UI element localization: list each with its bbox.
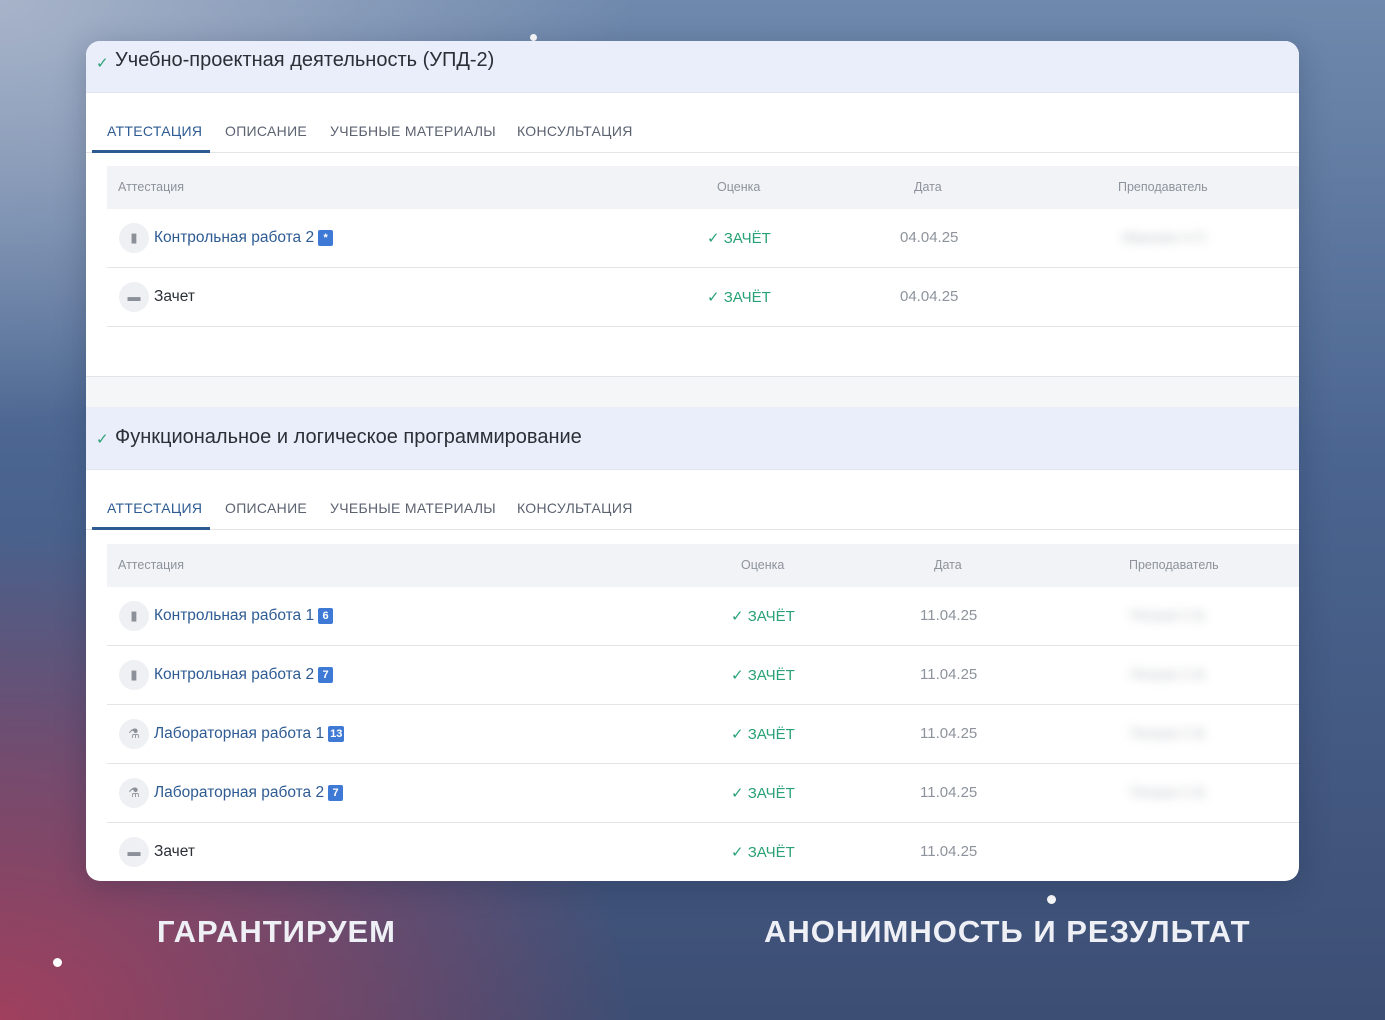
attestation-name[interactable]: Лабораторная работа 1 13 (154, 725, 345, 743)
column-grade: Оценка (741, 558, 785, 572)
column-grade: Оценка (717, 180, 761, 194)
tab-description[interactable]: ОПИСАНИЕ (225, 500, 307, 516)
caption-left: ГАРАНТИРУЕМ (157, 914, 397, 949)
decor-dot (530, 34, 537, 41)
tab-description[interactable]: ОПИСАНИЕ (225, 123, 307, 139)
column-attestation: Аттестация (118, 180, 185, 194)
count-badge: 7 (318, 667, 334, 683)
tab-materials[interactable]: УЧЕБНЫЕ МАТЕРИАЛЫ (330, 123, 496, 139)
section-header: ✓ Функциональное и логическое программир… (86, 407, 1299, 470)
grade-value: ✓ ЗАЧЁТ (731, 785, 795, 802)
table-row[interactable]: ▮ Контрольная работа 2 * ✓ ЗАЧЁТ 04.04.25… (107, 209, 1299, 268)
teacher-name-redacted: Петров С.В. (1130, 607, 1208, 623)
tab-materials[interactable]: УЧЕБНЫЕ МАТЕРИАЛЫ (330, 500, 496, 516)
date-value: 11.04.25 (920, 666, 978, 683)
section-divider (86, 376, 1299, 408)
document-icon: ▮ (119, 660, 149, 690)
attestation-name[interactable]: Контрольная работа 27 (154, 666, 334, 684)
caption-right: АНОНИМНОСТЬ И РЕЗУЛЬТАТ (764, 914, 1251, 949)
table-row[interactable]: ▬ Зачет ✓ ЗАЧЁТ 04.04.25 (107, 268, 1299, 327)
section-title: Учебно-проектная деятельность (УПД-2) (115, 49, 495, 71)
decor-dot (53, 958, 62, 967)
table-row[interactable]: ▮ Контрольная работа 16 ✓ ЗАЧЁТ 11.04.25… (107, 587, 1299, 646)
table-header: Аттестация Оценка Дата Преподаватель (107, 544, 1299, 587)
teacher-name-redacted: Петров С.В. (1130, 725, 1208, 741)
table-row[interactable]: ⚗ Лабораторная работа 1 13 ✓ ЗАЧЁТ 11.04.… (107, 705, 1299, 764)
attestation-name[interactable]: Лабораторная работа 27 (154, 784, 344, 802)
table-header: Аттестация Оценка Дата Преподаватель (107, 166, 1299, 209)
section-title: Функциональное и логическое программиров… (115, 426, 582, 448)
decor-dot (1047, 895, 1056, 904)
column-date: Дата (914, 180, 942, 194)
table-row[interactable]: ⚗ Лабораторная работа 27 ✓ ЗАЧЁТ 11.04.2… (107, 764, 1299, 823)
tab-bar: АТТЕСТАЦИЯ ОПИСАНИЕ УЧЕБНЫЕ МАТЕРИАЛЫ КО… (86, 92, 1299, 153)
teacher-name-redacted: Иванова А.П. (1122, 229, 1209, 245)
document-icon: ▮ (119, 223, 149, 253)
active-tab-indicator (92, 527, 210, 530)
exam-icon: ▬ (119, 837, 149, 867)
column-teacher: Преподаватель (1118, 180, 1208, 194)
teacher-name-redacted: Петров С.В. (1130, 784, 1208, 800)
table-row[interactable]: ▮ Контрольная работа 27 ✓ ЗАЧЁТ 11.04.25… (107, 646, 1299, 705)
document-icon: ▮ (119, 601, 149, 631)
tab-consultation[interactable]: КОНСУЛЬТАЦИЯ (517, 500, 633, 516)
active-tab-indicator (92, 150, 210, 153)
tab-attestation[interactable]: АТТЕСТАЦИЯ (107, 123, 202, 139)
table-row[interactable]: ▬ Зачет ✓ ЗАЧЁТ 11.04.25 (107, 823, 1299, 881)
grade-value: ✓ ЗАЧЁТ (731, 844, 795, 861)
attestation-name[interactable]: Контрольная работа 16 (154, 607, 334, 625)
exam-icon: ▬ (119, 282, 149, 312)
count-badge: * (318, 230, 334, 246)
count-badge: 6 (318, 608, 334, 624)
date-value: 11.04.25 (920, 843, 978, 860)
flask-icon: ⚗ (119, 719, 149, 749)
grade-value: ✓ ЗАЧЁТ (731, 726, 795, 743)
tab-attestation[interactable]: АТТЕСТАЦИЯ (107, 500, 202, 516)
date-value: 04.04.25 (900, 229, 959, 246)
attestation-name[interactable]: Контрольная работа 2 * (154, 229, 334, 247)
count-badge: 13 (328, 726, 345, 742)
check-icon: ✓ (96, 431, 109, 448)
date-value: 11.04.25 (920, 784, 978, 801)
attestation-name: Зачет (154, 288, 195, 305)
grade-value: ✓ ЗАЧЁТ (731, 667, 795, 684)
date-value: 11.04.25 (920, 725, 978, 742)
column-teacher: Преподаватель (1129, 558, 1219, 572)
tab-bar: АТТЕСТАЦИЯ ОПИСАНИЕ УЧЕБНЫЕ МАТЕРИАЛЫ КО… (86, 469, 1299, 530)
count-badge: 7 (328, 785, 344, 801)
date-value: 11.04.25 (920, 607, 978, 624)
teacher-name-redacted: Петров С.В. (1130, 666, 1208, 682)
tab-consultation[interactable]: КОНСУЛЬТАЦИЯ (517, 123, 633, 139)
grade-value: ✓ ЗАЧЁТ (707, 230, 771, 247)
flask-icon: ⚗ (119, 778, 149, 808)
grade-value: ✓ ЗАЧЁТ (731, 608, 795, 625)
attestation-name: Зачет (154, 843, 195, 860)
column-attestation: Аттестация (118, 558, 185, 572)
date-value: 04.04.25 (900, 288, 959, 305)
grade-value: ✓ ЗАЧЁТ (707, 289, 771, 306)
section-header: ✓ Учебно-проектная деятельность (УПД-2) (86, 41, 1299, 93)
check-icon: ✓ (96, 55, 109, 72)
column-date: Дата (934, 558, 962, 572)
course-card: ✓ Учебно-проектная деятельность (УПД-2) … (86, 41, 1299, 881)
